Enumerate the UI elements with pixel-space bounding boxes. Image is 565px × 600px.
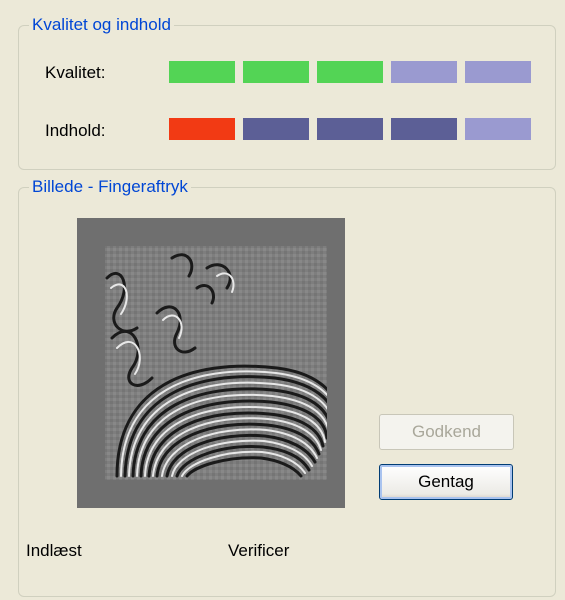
content-meter-segment — [465, 118, 531, 140]
quality-meter-segment — [391, 61, 457, 83]
content-meter-segment — [243, 118, 309, 140]
quality-label: Kvalitet: — [45, 63, 106, 82]
repeat-button[interactable]: Gentag — [379, 464, 513, 500]
content-meter-segment — [169, 118, 235, 140]
status-verify: Verificer — [228, 541, 290, 560]
status-loaded: Indlæst — [26, 541, 82, 560]
quality-group-title: Kvalitet og indhold — [29, 14, 174, 36]
quality-meter-segment — [465, 61, 531, 83]
quality-content-group: Kvalitet og indhold Kvalitet: Indhold: — [18, 14, 556, 170]
content-meter-segment — [391, 118, 457, 140]
fingerprint-image — [77, 218, 345, 508]
quality-meter-segment — [243, 61, 309, 83]
fingerprint-image-group: Billede - Fingeraftryk Godkend Gentag In… — [18, 176, 556, 597]
approve-button[interactable]: Godkend — [379, 414, 514, 450]
image-group-title: Billede - Fingeraftryk — [29, 176, 191, 198]
content-meter-segment — [317, 118, 383, 140]
content-label: Indhold: — [45, 121, 106, 140]
quality-meter-segment — [169, 61, 235, 83]
quality-meter-segment — [317, 61, 383, 83]
